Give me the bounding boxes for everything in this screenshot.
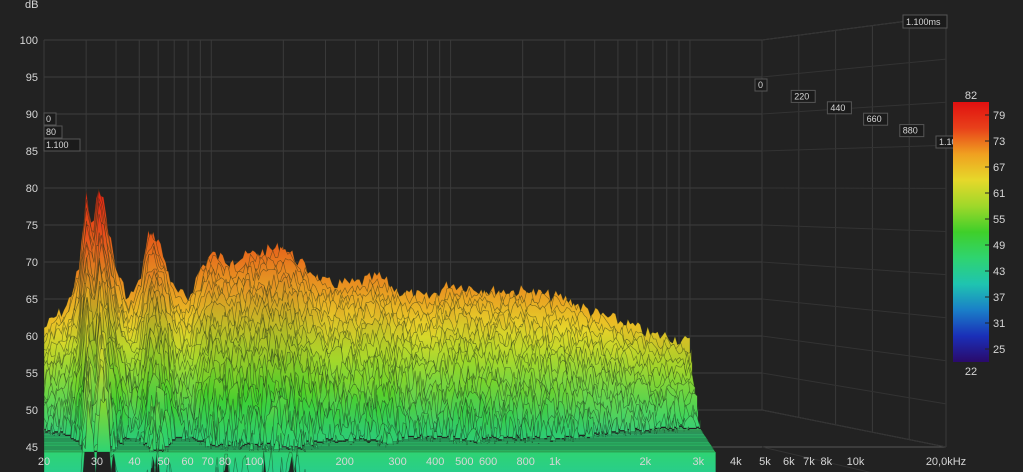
color-bar-tick-label: 61 <box>993 188 1005 200</box>
x-tick-label: 7k <box>803 456 815 468</box>
color-bar-tick-label: 25 <box>993 344 1005 356</box>
x-tick-label: 60 <box>181 456 193 468</box>
front-label: 1.100 <box>46 140 69 150</box>
time-tick-label: 880 <box>903 126 918 136</box>
x-tick-label: 80 <box>219 456 231 468</box>
x-tick-label: 800 <box>517 456 535 468</box>
color-bar-tick-label: 79 <box>993 110 1005 122</box>
x-tick-label: 6k <box>783 456 795 468</box>
y-axis-unit-label: dB <box>25 0 38 11</box>
x-tick-label: 600 <box>479 456 497 468</box>
x-tick-label: 3k <box>692 456 704 468</box>
color-bar-tick-label: 67 <box>993 162 1005 174</box>
y-tick-label: 75 <box>26 220 38 232</box>
color-bar-max: 82 <box>965 90 977 102</box>
y-tick-label: 45 <box>26 442 38 454</box>
y-tick-label: 55 <box>26 368 38 380</box>
y-tick-label: 60 <box>26 331 38 343</box>
time-tick-label: 0 <box>758 80 763 90</box>
time-tick-label: 220 <box>794 91 809 101</box>
y-tick-label: 50 <box>26 405 38 417</box>
color-bar-tick-label: 49 <box>993 240 1005 252</box>
y-tick-label: 65 <box>26 294 38 306</box>
time-tick-label: 660 <box>867 114 882 124</box>
y-tick-label: 80 <box>26 183 38 195</box>
x-tick-label: 300 <box>388 456 406 468</box>
y-tick-label: 70 <box>26 257 38 269</box>
x-tick-label: 400 <box>426 456 444 468</box>
x-tick-label: 10k <box>847 456 865 468</box>
x-tick-label: 8k <box>821 456 833 468</box>
x-tick-label: 20 <box>38 456 50 468</box>
x-tick-label: 200 <box>335 456 353 468</box>
y-tick-label: 95 <box>26 72 38 84</box>
color-bar-tick-label: 37 <box>993 292 1005 304</box>
x-tick-label: 2k <box>640 456 652 468</box>
y-tick-label: 100 <box>20 35 38 47</box>
x-tick-label: 100 <box>245 456 263 468</box>
x-tick-label: 500 <box>455 456 473 468</box>
y-tick-label: 90 <box>26 109 38 121</box>
front-label: 80 <box>46 127 56 137</box>
waterfall-plot: 100 95 90 85 80 75 70 65 60 55 50 45 20 30 40 50 60 70 80… <box>0 0 1023 472</box>
x-tick-label: 5k <box>759 456 771 468</box>
front-label: 0 <box>46 114 51 124</box>
time-tick-label: 440 <box>830 103 845 113</box>
color-bar-tick-label: 31 <box>993 318 1005 330</box>
x-tick-label: 20,0kHz <box>926 456 966 468</box>
color-bar[interactable] <box>953 102 989 362</box>
x-tick-label: 50 <box>158 456 170 468</box>
x-tick-label: 30 <box>91 456 103 468</box>
color-bar-tick-label: 73 <box>993 136 1005 148</box>
color-bar-tick-label: 43 <box>993 266 1005 278</box>
color-bar-min: 22 <box>965 366 977 378</box>
x-tick-label: 4k <box>730 456 742 468</box>
x-tick-label: 70 <box>201 456 213 468</box>
time-end-label: 1.100ms <box>906 17 941 27</box>
x-tick-label: 40 <box>128 456 140 468</box>
color-bar-tick-label: 55 <box>993 214 1005 226</box>
x-tick-label: 1k <box>549 456 561 468</box>
y-tick-label: 85 <box>26 146 38 158</box>
